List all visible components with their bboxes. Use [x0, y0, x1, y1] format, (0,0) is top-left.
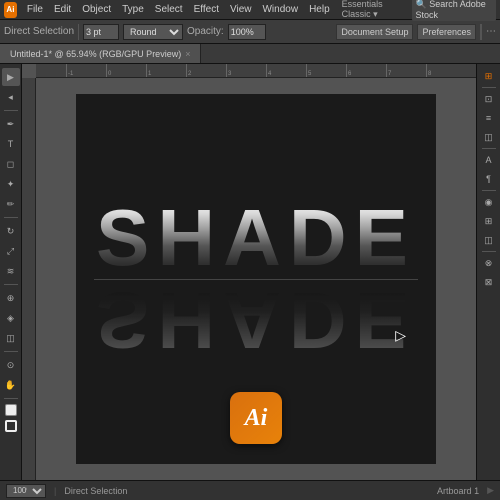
ruler-mark: 6: [346, 64, 351, 78]
ai-logo-text: Ai: [245, 405, 268, 432]
rpanel-divider-1: [482, 87, 496, 88]
direct-selection-tool-icon[interactable]: ◂: [2, 88, 20, 106]
ruler-mark: 3: [226, 64, 231, 78]
menu-help[interactable]: Help: [304, 4, 335, 15]
horizontal-divider: [94, 279, 418, 280]
ruler-mark: 7: [386, 64, 391, 78]
tab-bar: Untitled-1* @ 65.94% (RGB/GPU Preview) ×: [0, 44, 500, 64]
gradient-tool-icon[interactable]: ◫: [2, 329, 20, 347]
menu-view[interactable]: View: [225, 4, 257, 15]
ruler-mark: 5: [306, 64, 311, 78]
stroke-color-icon[interactable]: [5, 420, 17, 432]
pathfinder-icon[interactable]: ◫: [481, 129, 497, 145]
essentials-label: Essentials Classic ▾: [337, 0, 411, 20]
shade-reflection-text: SHADE: [96, 280, 416, 360]
ruler-mark: 0: [106, 64, 111, 78]
tool-divider-4: [4, 351, 18, 352]
type-tool-icon[interactable]: T: [2, 135, 20, 153]
ruler-mark: -1: [66, 64, 73, 78]
menu-type[interactable]: Type: [117, 4, 149, 15]
ruler-horizontal: -1 0 1 2 3 4 5 6 7 8: [36, 64, 476, 78]
properties-panel-icon[interactable]: ⊞: [481, 68, 497, 84]
menu-effect[interactable]: Effect: [189, 4, 224, 15]
hand-tool-icon[interactable]: ✋: [2, 376, 20, 394]
ruler-mark: 1: [146, 64, 151, 78]
scale-tool-icon[interactable]: ⤢: [2, 242, 20, 260]
tab-title: Untitled-1* @ 65.94% (RGB/GPU Preview): [10, 49, 181, 59]
pen-tool-icon[interactable]: ✒: [2, 115, 20, 133]
status-bar: 100% 65.94% 50% | Direct Selection Artbo…: [0, 480, 500, 500]
menu-edit[interactable]: Edit: [49, 4, 76, 15]
tab-close-btn[interactable]: ×: [185, 49, 190, 59]
color-icon[interactable]: ◉: [481, 194, 497, 210]
cursor-icon: ▷: [395, 327, 406, 344]
zoom-tool-icon[interactable]: ⊙: [2, 356, 20, 374]
opacity-input[interactable]: [228, 24, 266, 40]
fill-color-icon[interactable]: [5, 404, 17, 416]
rpanel-divider-3: [482, 190, 496, 191]
artboards-icon[interactable]: ⊠: [481, 274, 497, 290]
canvas-area[interactable]: -1 0 1 2 3 4 5 6 7 8 SHADE SHADE Ai: [22, 64, 476, 480]
selection-tool-icon[interactable]: ▶: [2, 68, 20, 86]
paintbrush-tool-icon[interactable]: ✦: [2, 175, 20, 193]
zoom-select[interactable]: 100% 65.94% 50%: [6, 484, 46, 498]
main-layout: ▶ ◂ ✒ T ◻ ✦ ✏ ↻ ⤢ ≋ ⊕ ◈ ◫ ⊙ ✋ -1 0 1 2 3…: [0, 64, 500, 480]
align-icon[interactable]: ≡: [481, 110, 497, 126]
ruler-vertical: [22, 78, 36, 480]
doc-setup-btn[interactable]: Document Setup: [336, 24, 413, 40]
shade-main-text: SHADE: [96, 198, 416, 278]
app-icon: Ai: [4, 2, 17, 18]
artboard: SHADE SHADE Ai ▷: [76, 94, 436, 464]
character-icon[interactable]: A: [481, 152, 497, 168]
right-panel: ⊞ ⊡ ≡ ◫ A ¶ ◉ ⊞ ◫ ⊗ ⊠: [476, 64, 500, 480]
search-stock[interactable]: 🔍 Search Adobe Stock: [412, 0, 496, 21]
tool-divider-2: [4, 217, 18, 218]
paragraph-icon[interactable]: ¶: [481, 171, 497, 187]
warp-tool-icon[interactable]: ≋: [2, 262, 20, 280]
tool-name-label: Direct Selection: [4, 26, 74, 37]
tool-divider-3: [4, 284, 18, 285]
toolbar: Direct Selection Round Miter Opacity: Do…: [0, 20, 500, 44]
preferences-btn[interactable]: Preferences: [417, 24, 476, 40]
eyedropper-tool-icon[interactable]: ◈: [2, 309, 20, 327]
left-toolbar: ▶ ◂ ✒ T ◻ ✦ ✏ ↻ ⤢ ≋ ⊕ ◈ ◫ ⊙ ✋: [0, 64, 22, 480]
document-tab[interactable]: Untitled-1* @ 65.94% (RGB/GPU Preview) ×: [0, 44, 201, 63]
rpanel-divider-4: [482, 251, 496, 252]
shape-tool-icon[interactable]: ◻: [2, 155, 20, 173]
rpanel-divider-2: [482, 148, 496, 149]
ruler-mark: 4: [266, 64, 271, 78]
pencil-tool-icon[interactable]: ✏: [2, 195, 20, 213]
swatches-icon[interactable]: ⊞: [481, 213, 497, 229]
menu-bar: Ai File Edit Object Type Select Effect V…: [0, 0, 500, 20]
menu-object[interactable]: Object: [77, 4, 116, 15]
tool-divider-5: [4, 398, 18, 399]
stroke-type-select[interactable]: Round Miter: [123, 24, 183, 40]
canvas-content: SHADE SHADE Ai ▷: [36, 78, 476, 480]
opacity-label: Opacity:: [187, 26, 224, 37]
layers-icon[interactable]: ⊗: [481, 255, 497, 271]
status-tool-name: Direct Selection: [64, 486, 127, 496]
tool-divider-1: [4, 110, 18, 111]
menu-file[interactable]: File: [22, 4, 48, 15]
blend-tool-icon[interactable]: ⊕: [2, 289, 20, 307]
menu-window[interactable]: Window: [257, 4, 303, 15]
gradient-panel-icon[interactable]: ◫: [481, 232, 497, 248]
ruler-mark: 2: [186, 64, 191, 78]
ruler-mark: 8: [426, 64, 431, 78]
transform-icon[interactable]: ⊡: [481, 91, 497, 107]
stroke-width-input[interactable]: [83, 24, 119, 40]
menu-select[interactable]: Select: [150, 4, 188, 15]
rotate-tool-icon[interactable]: ↻: [2, 222, 20, 240]
artboard-info: Artboard 1: [437, 486, 479, 496]
ai-logo: Ai: [230, 392, 282, 444]
